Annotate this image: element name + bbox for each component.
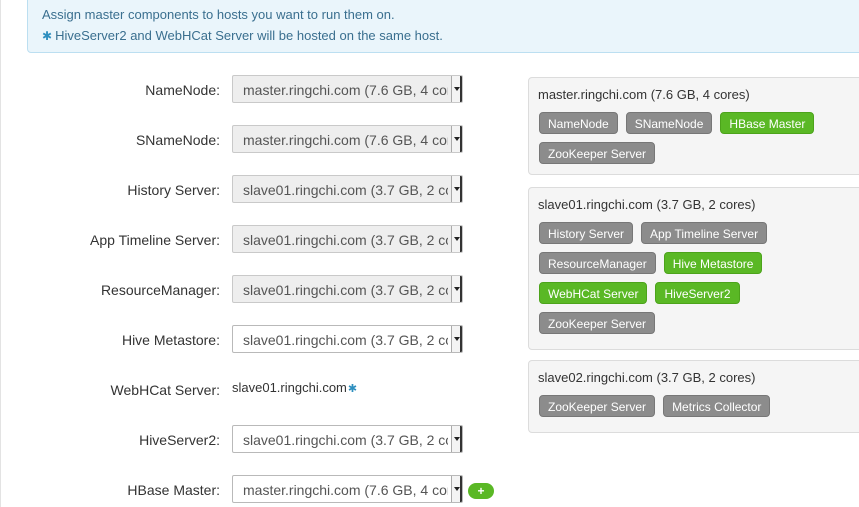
assignment-row-resourcemanager: ResourceManager: slave01.ringchi.com (3.…	[0, 275, 520, 305]
host-select-history-server[interactable]: slave01.ringchi.com (3.7 GB, 2 cores)	[232, 175, 463, 203]
webhcat-host-value: slave01.ringchi.com✱	[232, 380, 357, 395]
select-value: slave01.ringchi.com (3.7 GB, 2 cores)	[243, 432, 448, 448]
select-value: master.ringchi.com (7.6 GB, 4 cores)	[243, 82, 448, 98]
host-select-hive-metastore[interactable]: slave01.ringchi.com (3.7 GB, 2 cores)	[232, 325, 463, 353]
row-label: HBase Master:	[127, 482, 220, 498]
asterisk-icon: ✱	[347, 383, 358, 395]
row-label: NameNode:	[145, 82, 220, 98]
host-select-snamenode[interactable]: master.ringchi.com (7.6 GB, 4 cores)	[232, 125, 463, 153]
info-alert: Assign master components to hosts you wa…	[27, 0, 859, 53]
assignment-row-hive-metastore: Hive Metastore: slave01.ringchi.com (3.7…	[0, 325, 520, 355]
info-note-text: HiveServer2 and WebHCat Server will be h…	[55, 28, 443, 43]
host-value-text: slave01.ringchi.com	[232, 380, 347, 395]
host-title: slave02.ringchi.com (3.7 GB, 2 cores)	[538, 370, 756, 385]
row-label: Hive Metastore:	[121, 332, 220, 348]
row-label: ResourceManager:	[100, 282, 220, 298]
assignment-row-hiveserver2: HiveServer2: slave01.ringchi.com (3.7 GB…	[0, 425, 520, 455]
component-tag: ZooKeeper Server	[539, 142, 656, 164]
component-tag-new: WebHCat Server	[539, 282, 648, 304]
chevron-down-icon[interactable]	[451, 126, 462, 152]
component-tag: NameNode	[539, 112, 618, 134]
info-note: ✱ HiveServer2 and WebHCat Server will be …	[42, 28, 443, 43]
component-tag-new: HiveServer2	[655, 282, 740, 304]
chevron-down-icon[interactable]	[451, 476, 462, 502]
chevron-down-icon[interactable]	[451, 226, 462, 252]
host-box-slave01: slave01.ringchi.com (3.7 GB, 2 cores) Hi…	[528, 187, 859, 350]
info-text: Assign master components to hosts you wa…	[42, 7, 395, 22]
component-tag: SNameNode	[625, 112, 713, 134]
row-label: HiveServer2:	[139, 432, 220, 448]
component-tag: History Server	[539, 222, 634, 244]
chevron-down-icon[interactable]	[451, 326, 462, 352]
component-tag: App Timeline Server	[641, 222, 768, 244]
assignment-row-hbase-master: HBase Master: master.ringchi.com (7.6 GB…	[0, 475, 520, 505]
assignment-row-webhcat-server: WebHCat Server: slave01.ringchi.com✱	[0, 375, 520, 405]
row-label: SNameNode:	[135, 132, 220, 148]
select-value: master.ringchi.com (7.6 GB, 4 cores)	[243, 132, 448, 148]
select-value: slave01.ringchi.com (3.7 GB, 2 cores)	[243, 282, 448, 298]
host-select-hiveserver2[interactable]: slave01.ringchi.com (3.7 GB, 2 cores)	[232, 425, 463, 453]
assignment-row-history-server: History Server: slave01.ringchi.com (3.7…	[0, 175, 520, 205]
host-select-app-timeline-server[interactable]: slave01.ringchi.com (3.7 GB, 2 cores)	[232, 225, 463, 253]
host-title: slave01.ringchi.com (3.7 GB, 2 cores)	[538, 197, 756, 212]
component-tags: History Server App Timeline Server Resou…	[539, 222, 859, 334]
select-value: master.ringchi.com (7.6 GB, 4 cores)	[243, 482, 448, 498]
asterisk-icon: ✱	[42, 29, 53, 43]
component-tag: Metrics Collector	[663, 395, 771, 417]
row-label: History Server:	[127, 182, 220, 198]
host-box-master: master.ringchi.com (7.6 GB, 4 cores) Nam…	[528, 77, 859, 175]
row-label: App Timeline Server:	[90, 232, 220, 248]
chevron-down-icon[interactable]	[451, 76, 462, 102]
host-select-namenode[interactable]: master.ringchi.com (7.6 GB, 4 cores)	[232, 75, 463, 103]
component-tag: ResourceManager	[539, 252, 656, 274]
add-hbase-master-button[interactable]: +	[468, 483, 494, 499]
select-value: slave01.ringchi.com (3.7 GB, 2 cores)	[243, 332, 448, 348]
component-tag-new: Hive Metastore	[663, 252, 763, 274]
select-value: slave01.ringchi.com (3.7 GB, 2 cores)	[243, 182, 448, 198]
component-tags: ZooKeeper Server Metrics Collector	[539, 395, 859, 417]
chevron-down-icon[interactable]	[451, 276, 462, 302]
host-select-resourcemanager[interactable]: slave01.ringchi.com (3.7 GB, 2 cores)	[232, 275, 463, 303]
assignment-row-namenode: NameNode: master.ringchi.com (7.6 GB, 4 …	[0, 75, 520, 105]
component-tag-new: HBase Master	[720, 112, 815, 134]
host-select-hbase-master[interactable]: master.ringchi.com (7.6 GB, 4 cores)	[232, 475, 463, 503]
host-title: master.ringchi.com (7.6 GB, 4 cores)	[538, 87, 750, 102]
assignment-row-snamenode: SNameNode: master.ringchi.com (7.6 GB, 4…	[0, 125, 520, 155]
row-label: WebHCat Server:	[110, 382, 220, 398]
component-tag: ZooKeeper Server	[539, 312, 656, 334]
assignment-row-app-timeline-server: App Timeline Server: slave01.ringchi.com…	[0, 225, 520, 255]
host-box-slave02: slave02.ringchi.com (3.7 GB, 2 cores) Zo…	[528, 360, 859, 433]
chevron-down-icon[interactable]	[451, 426, 462, 452]
component-tag: ZooKeeper Server	[539, 395, 656, 417]
chevron-down-icon[interactable]	[451, 176, 462, 202]
component-tags: NameNode SNameNode HBase Master ZooKeepe…	[539, 112, 859, 164]
select-value: slave01.ringchi.com (3.7 GB, 2 cores)	[243, 232, 448, 248]
